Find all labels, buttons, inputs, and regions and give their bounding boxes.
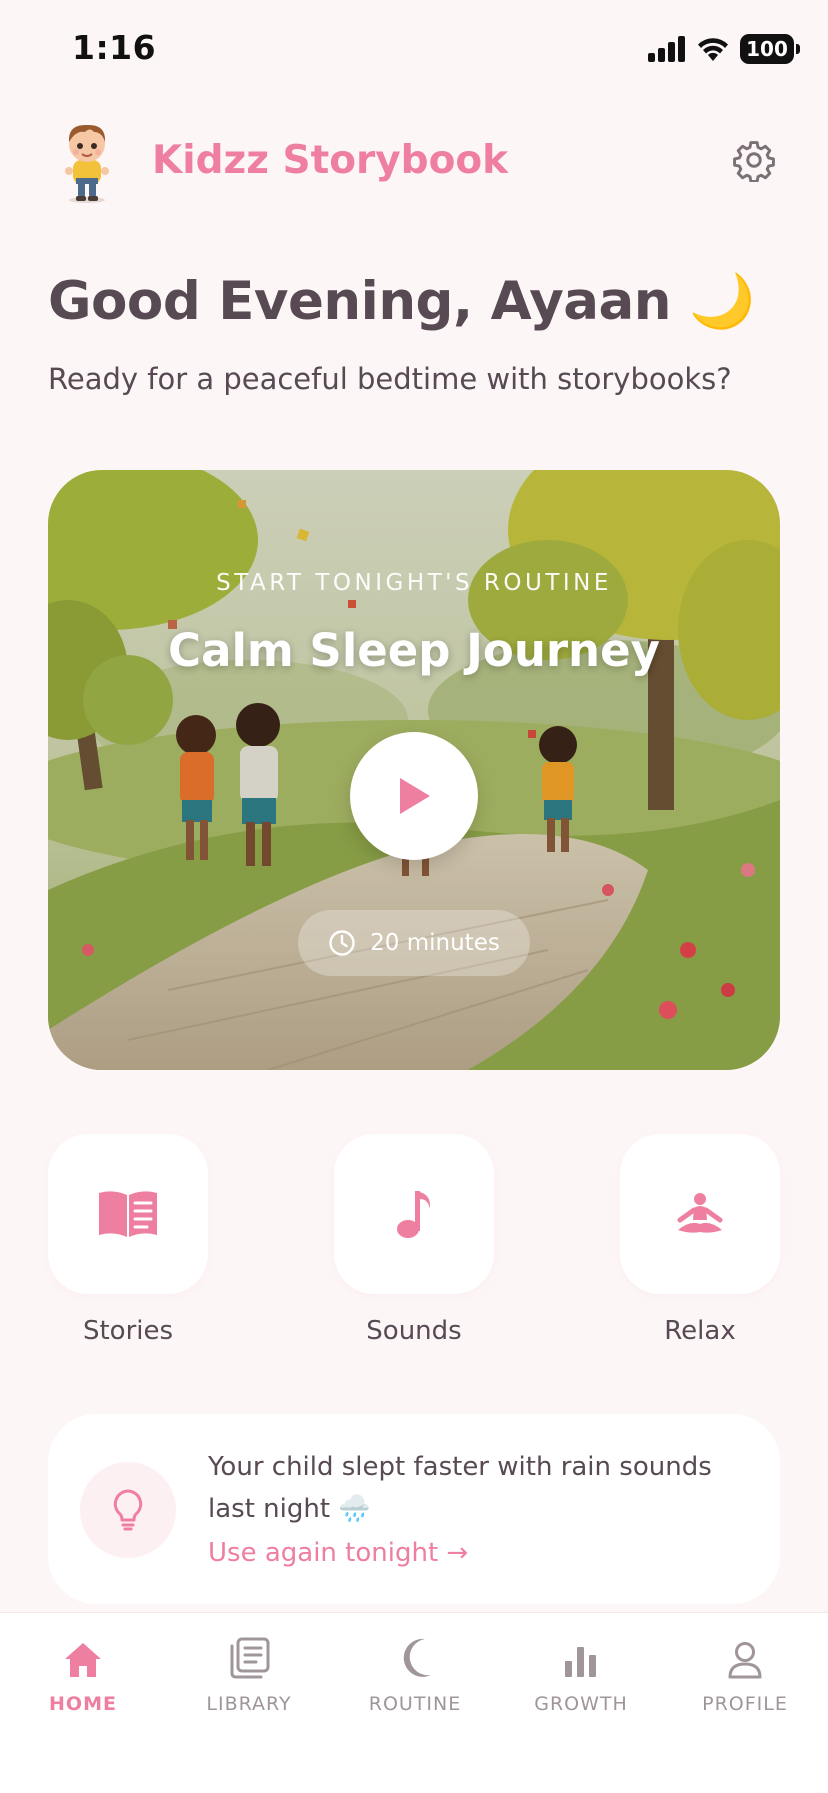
status-time: 1:16 (72, 28, 157, 67)
routine-hero-card[interactable]: START TONIGHT'S ROUTINE Calm Sleep Journ… (48, 470, 780, 1070)
moon-emoji: 🌙 (688, 271, 755, 332)
tab-home[interactable]: HOME (0, 1633, 166, 1715)
stories-label: Stories (82, 1316, 174, 1346)
music-note-icon (397, 1191, 430, 1238)
sleep-insight-card: Your child slept faster with rain sounds… (48, 1414, 780, 1604)
wifi-icon (698, 38, 728, 61)
tab-profile[interactable]: PROFILE (662, 1633, 828, 1715)
tab-profile-label: PROFILE (702, 1693, 788, 1715)
library-icon (230, 1637, 270, 1679)
bar-chart-icon (565, 1647, 596, 1677)
sounds-label: Sounds (366, 1316, 462, 1346)
greeting-subtitle: Ready for a peaceful bedtime with storyb… (48, 362, 732, 396)
home-icon (65, 1643, 101, 1677)
lightbulb-icon (113, 1489, 143, 1531)
duration-text: 20 minutes (370, 930, 500, 956)
quick-action-relax[interactable]: Relax (620, 1134, 780, 1346)
tip-text: Your child slept faster with rain sounds… (208, 1452, 712, 1524)
play-icon (400, 778, 430, 814)
relax-tile[interactable] (620, 1134, 780, 1294)
battery-indicator: 100 (740, 34, 800, 64)
tab-routine[interactable]: ROUTINE (332, 1633, 498, 1715)
tab-home-label: HOME (49, 1693, 117, 1715)
clock-icon (329, 930, 355, 956)
gear-icon[interactable] (732, 138, 776, 182)
duration-pill: 20 minutes (298, 910, 530, 976)
tab-library[interactable]: LIBRARY (166, 1633, 332, 1715)
tab-growth-label: GROWTH (534, 1693, 628, 1715)
relax-label: Relax (664, 1316, 736, 1346)
hero-title: Calm Sleep Journey (168, 624, 660, 677)
book-icon (99, 1191, 157, 1237)
greeting-text: Good Evening, Ayaan (48, 271, 672, 332)
use-again-link[interactable]: Use again tonight → (208, 1538, 468, 1568)
status-icons: 100 (648, 34, 800, 64)
bottom-tab-bar: HOME LIBRARY ROUTINE GROWTH PROFILE (0, 1612, 828, 1793)
greeting-title: Good Evening, Ayaan 🌙 (48, 270, 755, 332)
user-icon (728, 1642, 762, 1679)
moon-icon (403, 1638, 431, 1677)
status-bar: 1:16 100 (0, 0, 828, 100)
quick-action-stories[interactable]: Stories (48, 1134, 208, 1346)
meditation-icon (677, 1193, 723, 1233)
stories-tile[interactable] (48, 1134, 208, 1294)
app-header: Kidzz Storybook (0, 110, 828, 210)
boy-avatar-icon[interactable] (56, 118, 118, 204)
hero-kicker: START TONIGHT'S ROUTINE (216, 570, 612, 596)
sounds-tile[interactable] (334, 1134, 494, 1294)
cellular-signal-icon (648, 36, 685, 62)
play-button[interactable] (350, 732, 478, 860)
tip-icon-circle (80, 1462, 176, 1558)
tab-growth[interactable]: GROWTH (498, 1633, 664, 1715)
tab-routine-label: ROUTINE (368, 1693, 462, 1715)
tab-library-label: LIBRARY (206, 1693, 292, 1715)
quick-action-sounds[interactable]: Sounds (334, 1134, 494, 1346)
app-title: Kidzz Storybook (152, 138, 509, 183)
